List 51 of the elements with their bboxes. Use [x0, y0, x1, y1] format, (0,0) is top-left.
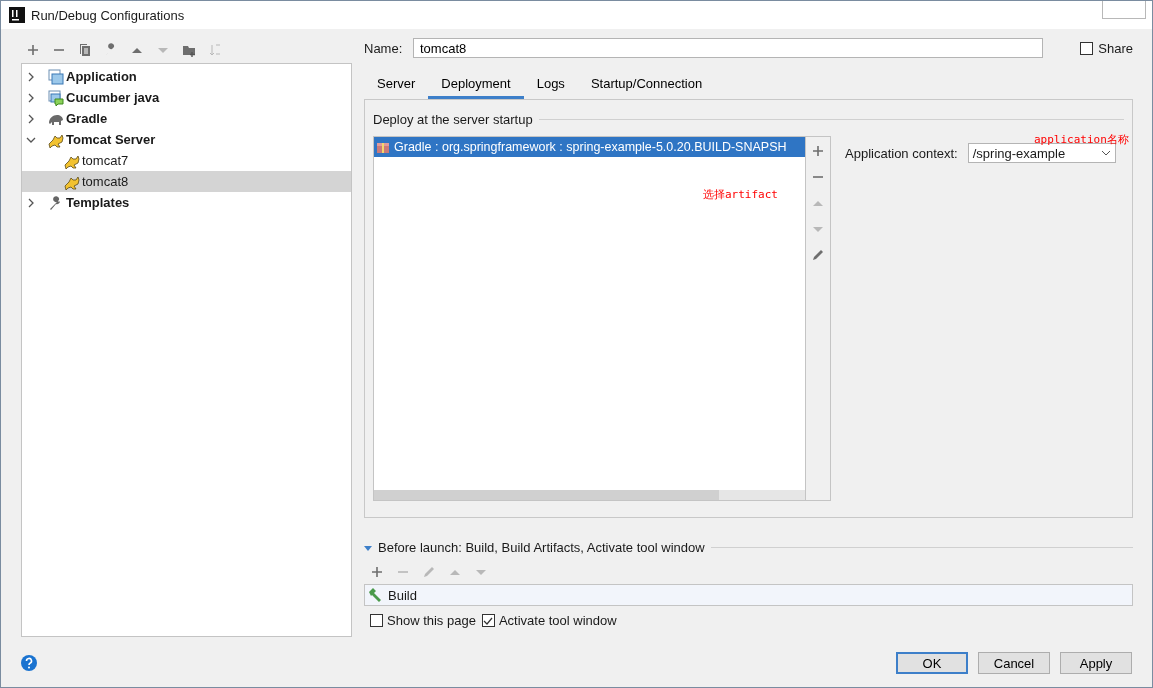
checkbox-label: Activate tool window: [498, 613, 617, 628]
tree-item[interactable]: Cucumber java: [22, 87, 351, 108]
checkbox-label: Show this page: [387, 613, 476, 628]
artifact-item[interactable]: Gradle : org.springframework : spring-example-5.0.20.BUILD-SNAPSH: [374, 137, 805, 157]
dialog-button[interactable]: Apply: [1060, 652, 1132, 674]
tab[interactable]: Logs: [523, 71, 578, 99]
tree-item-label: Gradle: [66, 111, 108, 126]
tab[interactable]: Startup/Connection: [577, 71, 716, 99]
section-title: Before launch: Build, Build Artifacts, Activate tool window: [378, 540, 705, 555]
dialog-button[interactable]: OK: [896, 652, 968, 674]
add-icon[interactable]: [25, 42, 41, 58]
name-label: Name:: [364, 40, 404, 56]
tree-item-label: Tomcat Server: [66, 132, 156, 147]
name-field[interactable]: tomcat8: [413, 38, 1043, 58]
tree-item[interactable]: Application: [22, 66, 351, 87]
checkbox[interactable]: [370, 614, 383, 627]
hammer-icon: [367, 587, 383, 603]
collapse-triangle-icon[interactable]: [364, 543, 372, 552]
tree-item[interactable]: Gradle: [22, 108, 351, 129]
task-item[interactable]: Build: [364, 584, 1133, 606]
tab[interactable]: Server: [364, 71, 429, 99]
add-icon[interactable]: [810, 143, 826, 159]
help-icon[interactable]: [21, 655, 37, 671]
tree-item[interactable]: Tomcat Server: [22, 129, 351, 150]
copy-icon[interactable]: [77, 42, 93, 58]
tree-item-label: Cucumber java: [66, 90, 160, 105]
tree-item[interactable]: Templates: [22, 192, 351, 213]
share-label: Share: [1098, 40, 1133, 56]
annotation-text: 选择artifact: [703, 187, 778, 202]
tree-item-label: tomcat8: [82, 174, 129, 189]
tree-item-label: Application: [66, 69, 137, 84]
share-checkbox[interactable]: [1080, 41, 1094, 55]
tab[interactable]: Deployment: [428, 71, 524, 99]
window-icon: [48, 68, 64, 85]
window-title: Run/Debug Configurations: [31, 7, 185, 23]
context-label: Application context:: [845, 145, 958, 161]
tree-item-label: tomcat7: [82, 153, 129, 168]
chevron-down-icon[interactable]: [1100, 148, 1111, 158]
add-icon[interactable]: [369, 564, 385, 580]
gift-box-icon: [376, 140, 390, 154]
pencil-icon[interactable]: [810, 247, 826, 263]
window-chat-icon: [48, 89, 64, 106]
tree-item-label: Templates: [66, 195, 130, 210]
dialog-button[interactable]: Cancel: [978, 652, 1050, 674]
tree-item[interactable]: tomcat8: [22, 171, 351, 192]
section-title: Deploy at the server startup: [373, 112, 533, 127]
checkbox[interactable]: [481, 614, 495, 627]
app-logo-icon: [9, 7, 25, 23]
tree-item[interactable]: tomcat7: [22, 150, 351, 171]
horizontal-scrollbar[interactable]: [374, 490, 805, 500]
close-button[interactable]: [1102, 1, 1146, 19]
